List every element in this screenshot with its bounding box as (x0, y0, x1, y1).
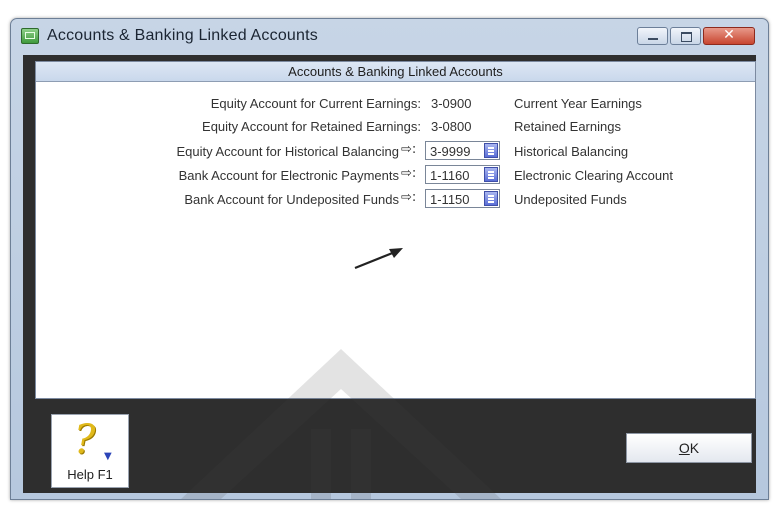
row-current-earnings: Equity Account for Current Earnings: 3-0… (36, 93, 755, 115)
ok-button[interactable]: OK (626, 433, 752, 463)
row-label: Equity Account for Historical Balancing (176, 144, 399, 159)
row-retained-earnings: Equity Account for Retained Earnings: 3-… (36, 116, 755, 138)
account-code: 1-1160 (430, 168, 470, 183)
linked-accounts-panel: Accounts & Banking Linked Accounts Equit… (35, 61, 756, 399)
dialog-window: Accounts & Banking Linked Accounts ✕ Acc… (10, 18, 769, 500)
chevron-down-icon: ▼ (104, 451, 112, 462)
account-field-historical[interactable]: 3-9999 (425, 141, 500, 160)
help-label: Help F1 (67, 467, 113, 482)
row-label: Bank Account for Undeposited Funds (184, 192, 399, 207)
row-description: Electronic Clearing Account (514, 168, 673, 183)
window-title: Accounts & Banking Linked Accounts (47, 27, 318, 44)
ok-mnemonic: O (678, 440, 690, 456)
row-electronic-payments: Bank Account for Electronic Payments ⇨: … (36, 165, 755, 187)
title-bar[interactable]: Accounts & Banking Linked Accounts ✕ (11, 19, 768, 53)
row-label: Equity Account for Current Earnings: (210, 96, 421, 111)
close-icon: ✕ (723, 27, 735, 43)
list-select-icon[interactable] (484, 167, 498, 182)
help-button[interactable]: ? ▼ Help F1 (51, 414, 129, 488)
row-description: Current Year Earnings (514, 96, 642, 111)
account-code: 3-9999 (430, 144, 471, 159)
link-arrow-icon[interactable]: ⇨: (401, 190, 416, 205)
row-historical-balancing: Equity Account for Historical Balancing … (36, 141, 755, 163)
account-field-undeposited[interactable]: 1-1150 (425, 189, 500, 208)
row-description: Retained Earnings (514, 119, 621, 134)
row-label: Equity Account for Retained Earnings: (202, 119, 421, 134)
maximize-button[interactable] (670, 27, 701, 45)
minimize-button[interactable] (637, 27, 668, 45)
row-undeposited-funds: Bank Account for Undeposited Funds ⇨: 1-… (36, 189, 755, 211)
ok-label-rest: K (689, 440, 700, 456)
link-arrow-icon[interactable]: ⇨: (401, 166, 416, 181)
minimize-icon (648, 38, 658, 40)
list-select-icon[interactable] (484, 143, 498, 158)
close-button[interactable]: ✕ (703, 27, 755, 45)
annotation-arrow-icon (354, 248, 403, 270)
list-select-icon[interactable] (484, 191, 498, 206)
help-icon: ? (74, 417, 96, 463)
link-arrow-icon[interactable]: ⇨: (401, 142, 416, 157)
row-code: 3-0800 (431, 119, 472, 134)
row-label: Bank Account for Electronic Payments (178, 168, 399, 183)
maximize-icon (681, 32, 692, 42)
panel-header: Accounts & Banking Linked Accounts (36, 62, 755, 82)
row-description: Historical Balancing (514, 144, 629, 159)
app-icon (21, 28, 39, 44)
row-description: Undeposited Funds (514, 192, 627, 207)
account-code: 1-1150 (430, 192, 470, 207)
row-code: 3-0900 (431, 96, 472, 111)
account-field-electronic[interactable]: 1-1160 (425, 165, 500, 184)
